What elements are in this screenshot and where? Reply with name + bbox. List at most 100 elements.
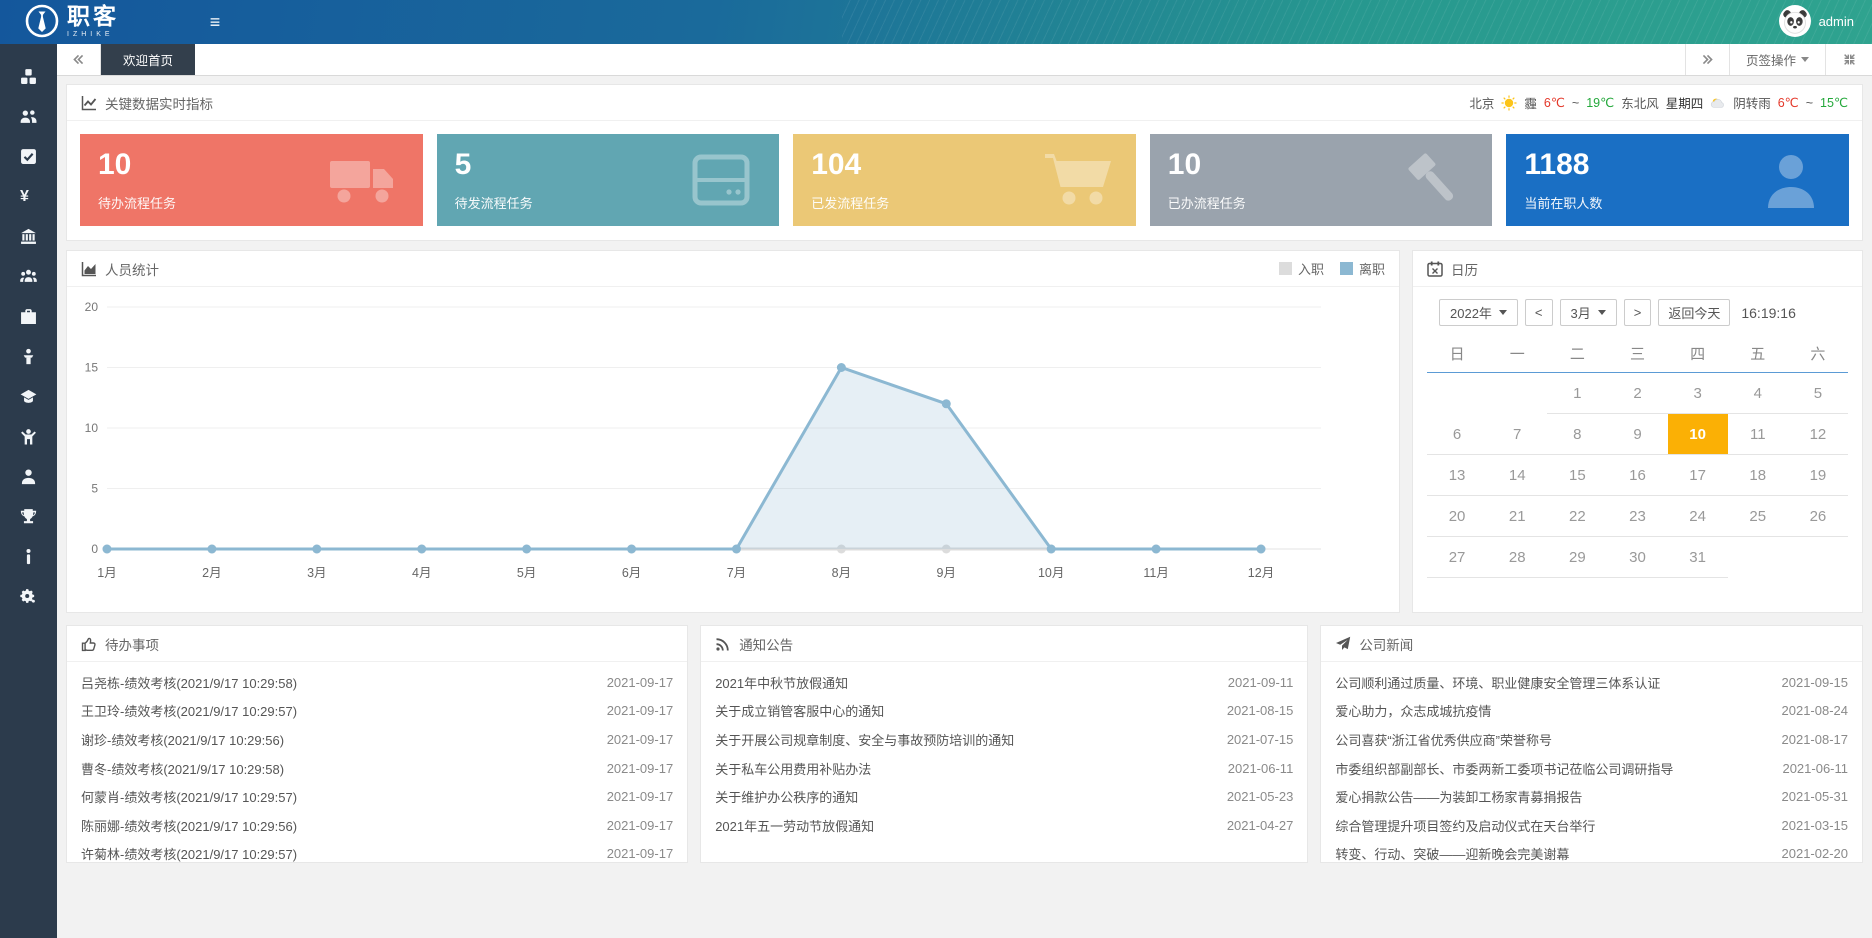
tab-home[interactable]: 欢迎首页 (101, 44, 195, 75)
fullscreen-toggle-icon[interactable] (1826, 44, 1872, 75)
sidebar-item-group[interactable] (0, 256, 57, 296)
sidebar-item-education[interactable] (0, 376, 57, 416)
list-item-text[interactable]: 王卫玲-绩效考核(2021/9/17 10:29:57) (81, 701, 589, 720)
sidebar-item-approve[interactable] (0, 136, 57, 176)
calendar-day-15[interactable]: 15 (1547, 455, 1607, 496)
kpi-card-4[interactable]: 10已办流程任务 (1150, 134, 1493, 226)
kpi-card-2[interactable]: 5待发流程任务 (437, 134, 780, 226)
weekday-label: 日 (1427, 338, 1487, 372)
calendar-day-13[interactable]: 13 (1427, 455, 1487, 496)
calendar-day-20[interactable]: 20 (1427, 496, 1487, 537)
calendar-day-8[interactable]: 8 (1547, 414, 1607, 455)
calendar-day-5[interactable]: 5 (1788, 373, 1848, 414)
paper-plane-icon (1335, 636, 1351, 652)
list-item-text[interactable]: 公司喜获“浙江省优秀供应商”荣誉称号 (1335, 730, 1763, 749)
list-item-text[interactable]: 爱心捐款公告——为装卸工杨家青募捐报告 (1335, 787, 1763, 806)
sidebar-item-settings[interactable] (0, 576, 57, 616)
calendar-day-19[interactable]: 19 (1788, 455, 1848, 496)
weather-low-today: 6℃ (1544, 95, 1565, 110)
month-select[interactable]: 3月 (1560, 299, 1617, 326)
calendar-day-17[interactable]: 17 (1668, 455, 1728, 496)
calendar-day-31[interactable]: 31 (1668, 537, 1728, 578)
kpi-card-5[interactable]: 1188当前在职人数 (1506, 134, 1849, 226)
list-item-text[interactable]: 许菊林-绩效考核(2021/9/17 10:29:57) (81, 844, 589, 863)
calendar-day-14[interactable]: 14 (1487, 455, 1547, 496)
svg-text:5: 5 (91, 482, 98, 496)
list-item-text[interactable]: 陈丽娜-绩效考核(2021/9/17 10:29:56) (81, 816, 589, 835)
next-month-button[interactable]: > (1624, 299, 1652, 326)
list-item-text[interactable]: 2021年中秋节放假通知 (715, 673, 1210, 692)
kpi-card-1[interactable]: 10待办流程任务 (80, 134, 423, 226)
calendar-day-25[interactable]: 25 (1728, 496, 1788, 537)
sidebar-item-trophy[interactable] (0, 496, 57, 536)
calendar-day-22[interactable]: 22 (1547, 496, 1607, 537)
calendar-day-21[interactable]: 21 (1487, 496, 1547, 537)
calendar-day-24[interactable]: 24 (1668, 496, 1728, 537)
list-item-text[interactable]: 市委组织部副部长、市委两新工委项书记莅临公司调研指导 (1335, 759, 1764, 778)
list-item-text[interactable]: 2021年五一劳动节放假通知 (715, 816, 1209, 835)
username[interactable]: admin (1819, 14, 1854, 29)
legend-item-离职[interactable]: 离职 (1340, 259, 1385, 278)
calendar-day-9[interactable]: 9 (1607, 414, 1667, 455)
list-item-text[interactable]: 关于私车公用费用补贴办法 (715, 759, 1210, 778)
list-item-text[interactable]: 公司顺利通过质量、环境、职业健康安全管理三体系认证 (1335, 673, 1763, 692)
calendar-day-4[interactable]: 4 (1728, 373, 1788, 414)
cubes-icon (20, 68, 37, 85)
list-item-text[interactable]: 曹冬-绩效考核(2021/9/17 10:29:58) (81, 759, 589, 778)
calendar-day-28[interactable]: 28 (1487, 537, 1547, 578)
kpi-card-3[interactable]: 104已发流程任务 (793, 134, 1136, 226)
calendar-day-3[interactable]: 3 (1668, 373, 1728, 414)
list-item-text[interactable]: 转变、行动、突破——迎新晚会完美谢幕 (1335, 844, 1763, 863)
app-header: 职客 IZHIKE ≡ admin (0, 0, 1872, 44)
list-item-text[interactable]: 爱心助力，众志成城抗疫情 (1335, 701, 1763, 720)
notice-panel: 通知公告 2021年中秋节放假通知2021-09-11关于成立销管客服中心的通知… (700, 625, 1308, 863)
menu-toggle-icon[interactable]: ≡ (200, 10, 230, 34)
sidebar-item-activity[interactable] (0, 416, 57, 456)
sidebar-item-info[interactable] (0, 536, 57, 576)
user-menu[interactable]: admin (1779, 5, 1854, 37)
svg-text:2月: 2月 (202, 566, 221, 580)
tab-operations-dropdown[interactable]: 页签操作 (1729, 44, 1826, 75)
sidebar-item-team[interactable] (0, 96, 57, 136)
svg-text:10月: 10月 (1038, 566, 1064, 580)
sidebar-item-user[interactable] (0, 456, 57, 496)
list-item-text[interactable]: 关于成立销管客服中心的通知 (715, 701, 1209, 720)
calendar-day-2[interactable]: 2 (1607, 373, 1667, 414)
sidebar-item-cubes[interactable] (0, 56, 57, 96)
calendar-day-7[interactable]: 7 (1487, 414, 1547, 455)
svg-text:11月: 11月 (1143, 566, 1168, 580)
year-select[interactable]: 2022年 (1439, 299, 1518, 326)
sidebar-item-briefcase[interactable] (0, 296, 57, 336)
sidebar-item-lecture[interactable] (0, 336, 57, 376)
calendar-day-26[interactable]: 26 (1788, 496, 1848, 537)
calendar-day-16[interactable]: 16 (1607, 455, 1667, 496)
calendar-day-27[interactable]: 27 (1427, 537, 1487, 578)
list-item-text[interactable]: 综合管理提升项目签约及启动仪式在天台举行 (1335, 816, 1763, 835)
calendar-day-12[interactable]: 12 (1788, 414, 1848, 455)
svg-text:4月: 4月 (412, 566, 431, 580)
calendar-day-1[interactable]: 1 (1547, 373, 1607, 414)
calendar-day-6[interactable]: 6 (1427, 414, 1487, 455)
calendar-day-10[interactable]: 10 (1668, 414, 1728, 455)
calendar-day-11[interactable]: 11 (1728, 414, 1788, 455)
weather-weekday: 星期四 (1666, 93, 1704, 112)
user-avatar[interactable] (1779, 5, 1811, 37)
cart-icon (1042, 148, 1114, 212)
calendar-day-30[interactable]: 30 (1607, 537, 1667, 578)
list-item-text[interactable]: 谢珍-绩效考核(2021/9/17 10:29:56) (81, 730, 589, 749)
today-button[interactable]: 返回今天 (1658, 299, 1730, 326)
sidebar-item-salary[interactable]: ¥ (0, 176, 57, 216)
calendar-day-18[interactable]: 18 (1728, 455, 1788, 496)
sidebar-item-bank[interactable] (0, 216, 57, 256)
prev-month-button[interactable]: < (1525, 299, 1553, 326)
tabs-scroll-left-icon[interactable] (57, 44, 101, 75)
calendar-day-29[interactable]: 29 (1547, 537, 1607, 578)
list-item-text[interactable]: 关于开展公司规章制度、安全与事故预防培训的通知 (715, 730, 1209, 749)
list-item-text[interactable]: 关于维护办公秩序的通知 (715, 787, 1209, 806)
list-item-text[interactable]: 吕尧栋-绩效考核(2021/9/17 10:29:58) (81, 673, 589, 692)
tabs-scroll-right-icon[interactable] (1685, 44, 1729, 75)
server-icon (685, 148, 757, 212)
calendar-day-23[interactable]: 23 (1607, 496, 1667, 537)
list-item-text[interactable]: 何蒙肖-绩效考核(2021/9/17 10:29:57) (81, 787, 589, 806)
legend-item-入职[interactable]: 入职 (1279, 259, 1324, 278)
